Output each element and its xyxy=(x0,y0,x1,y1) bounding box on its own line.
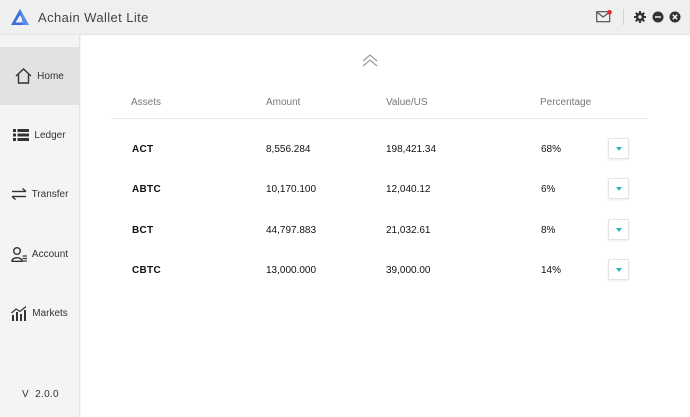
sidebar: Home Ledger Transfer Account Markets V 2… xyxy=(0,35,80,417)
table-row[interactable]: ABTC 10,170.100 12,040.12 6% xyxy=(81,178,690,202)
asset-amount: 10,170.100 xyxy=(266,184,317,195)
chevron-double-up-icon[interactable] xyxy=(361,52,379,68)
asset-percentage: 68% xyxy=(541,144,562,155)
asset-name: ACT xyxy=(132,144,154,155)
minimize-icon[interactable] xyxy=(652,11,664,23)
table-row[interactable]: BCT 44,797.883 21,032.61 8% xyxy=(81,219,690,243)
app-title: Achain Wallet Lite xyxy=(38,10,149,25)
mail-notification-icon[interactable] xyxy=(596,10,612,23)
column-header-amount: Amount xyxy=(266,97,301,108)
ledger-icon xyxy=(13,129,30,141)
asset-value: 198,421.34 xyxy=(386,144,437,155)
row-dropdown-button[interactable] xyxy=(608,259,629,280)
asset-percentage: 8% xyxy=(541,225,556,236)
column-header-percentage: Percentage xyxy=(540,97,592,108)
sidebar-item-markets[interactable]: Markets xyxy=(0,284,79,342)
asset-value: 12,040.12 xyxy=(386,184,431,195)
asset-name: CBTC xyxy=(132,265,161,276)
column-header-value: Value/US xyxy=(386,97,428,108)
caret-down-icon xyxy=(615,267,622,272)
table-row[interactable]: CBTC 13,000.000 39,000.00 14% xyxy=(81,259,690,283)
home-icon xyxy=(15,68,32,84)
asset-amount: 13,000.000 xyxy=(266,265,317,276)
asset-percentage: 6% xyxy=(541,184,556,195)
asset-percentage: 14% xyxy=(541,265,562,276)
sidebar-item-label: Account xyxy=(31,248,69,260)
app-version: V 2.0.0 xyxy=(22,389,59,400)
asset-amount: 44,797.883 xyxy=(266,225,317,236)
main-content: Assets Amount Value/US Percentage ACT 8,… xyxy=(81,35,690,417)
sidebar-item-label: Markets xyxy=(32,307,68,319)
row-dropdown-button[interactable] xyxy=(608,138,629,159)
asset-name: BCT xyxy=(132,225,154,236)
caret-down-icon xyxy=(615,146,622,151)
row-dropdown-button[interactable] xyxy=(608,178,629,199)
sidebar-item-label: Ledger xyxy=(34,129,66,141)
sidebar-item-home[interactable]: Home xyxy=(0,47,79,105)
asset-name: ABTC xyxy=(132,184,161,195)
asset-value: 21,032.61 xyxy=(386,225,431,236)
sidebar-item-account[interactable]: Account xyxy=(0,225,79,283)
table-row[interactable]: ACT 8,556.284 198,421.34 68% xyxy=(81,138,690,162)
settings-icon[interactable] xyxy=(634,11,646,23)
title-bar: Achain Wallet Lite xyxy=(0,0,690,35)
markets-icon xyxy=(11,305,27,321)
close-icon[interactable] xyxy=(669,11,681,23)
caret-down-icon xyxy=(615,186,622,191)
asset-value: 39,000.00 xyxy=(386,265,431,276)
titlebar-divider xyxy=(623,9,624,25)
account-icon xyxy=(11,246,27,262)
sidebar-item-transfer[interactable]: Transfer xyxy=(0,165,79,223)
row-dropdown-button[interactable] xyxy=(608,219,629,240)
sidebar-item-label: Home xyxy=(37,70,64,82)
achain-logo-icon xyxy=(11,9,29,25)
sidebar-item-label: Transfer xyxy=(31,188,69,200)
transfer-icon xyxy=(11,188,27,200)
caret-down-icon xyxy=(615,227,622,232)
column-header-assets: Assets xyxy=(131,97,162,108)
sidebar-item-ledger[interactable]: Ledger xyxy=(0,106,79,164)
asset-amount: 8,556.284 xyxy=(266,144,311,155)
table-header-divider xyxy=(111,118,648,119)
